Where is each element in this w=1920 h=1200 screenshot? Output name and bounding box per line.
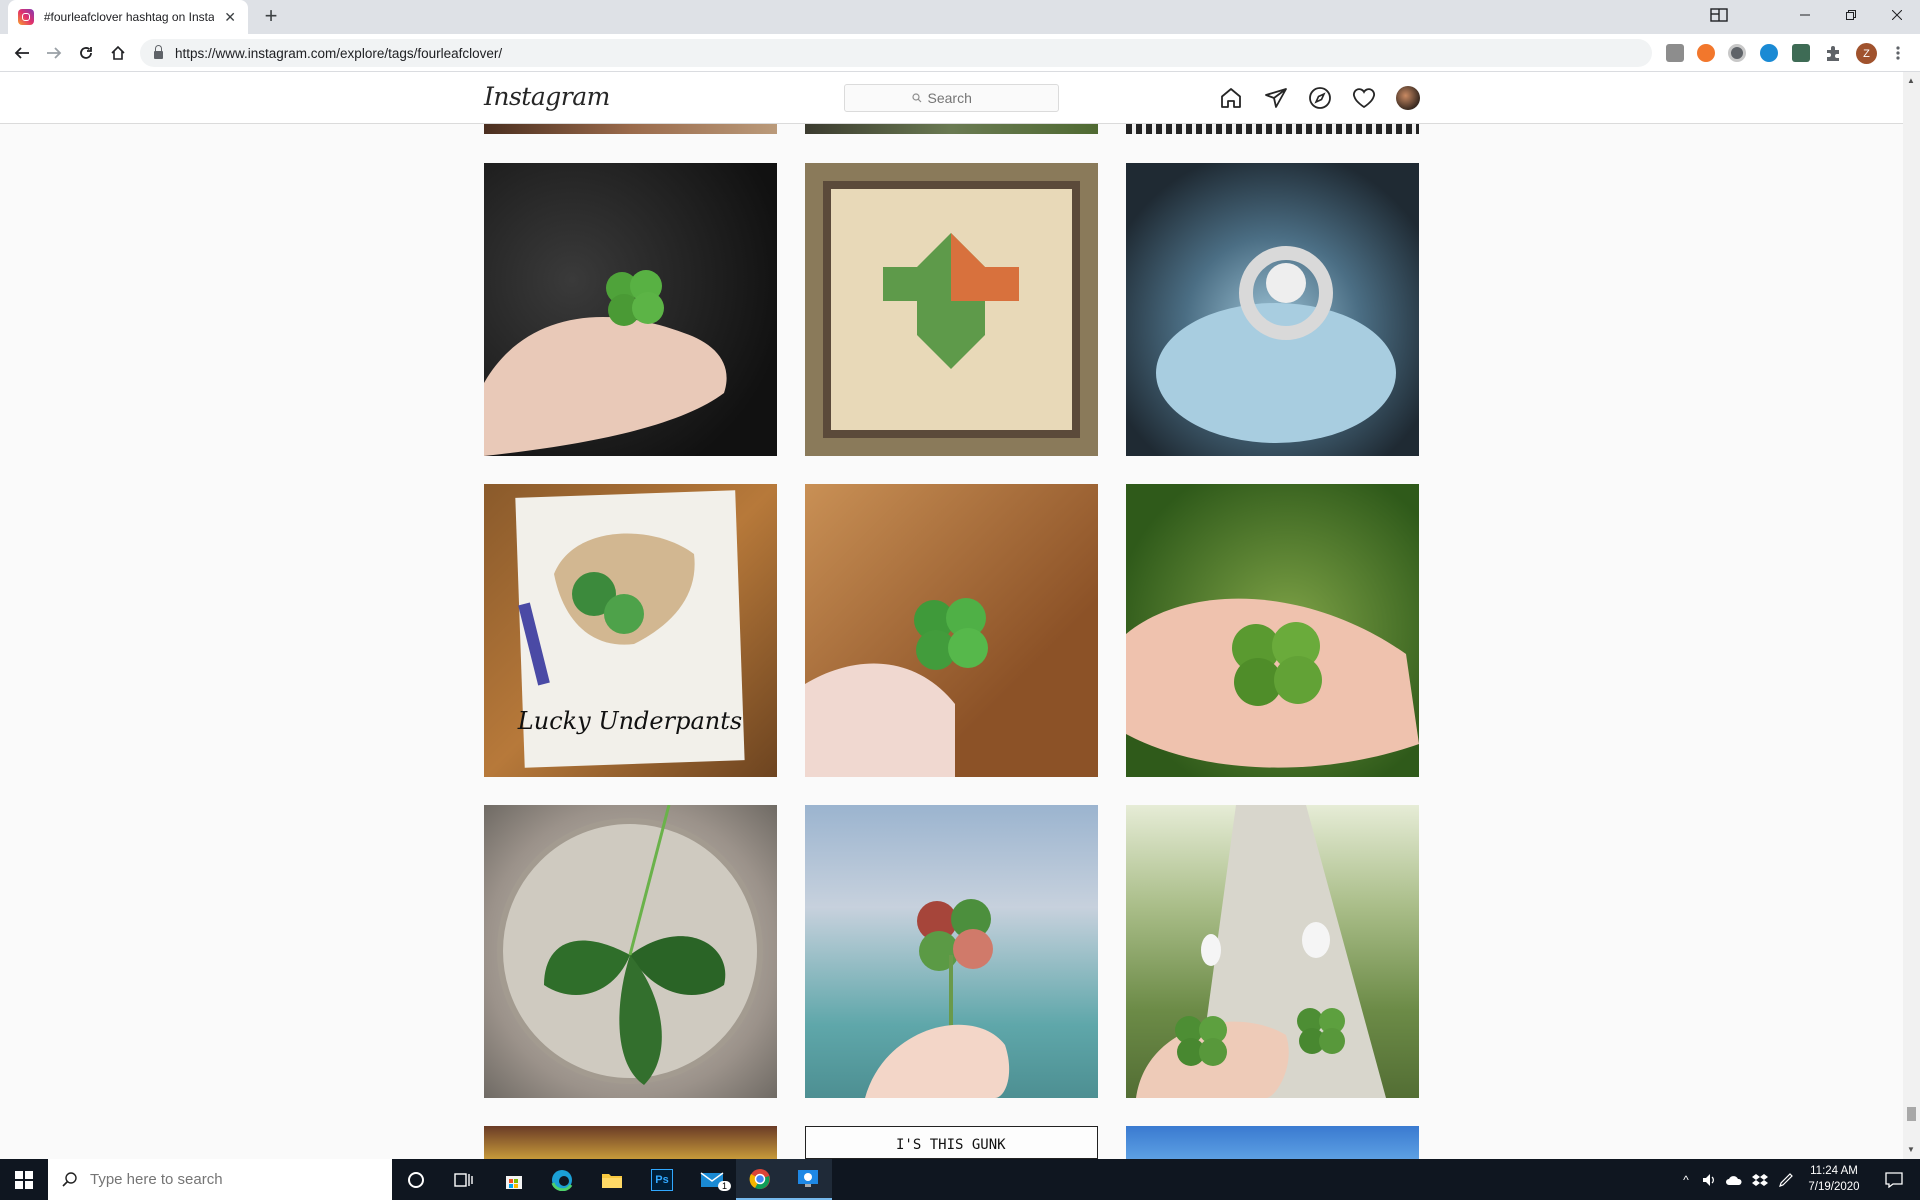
tab-title: #fourleafclover hashtag on Instagram <box>43 10 215 24</box>
lock-icon <box>154 44 163 59</box>
mail-icon[interactable]: 1 <box>688 1159 736 1200</box>
tab-close-icon[interactable]: ✕ <box>222 9 238 26</box>
post-thumbnail[interactable] <box>805 484 1098 777</box>
scroll-thumb[interactable] <box>1907 1107 1916 1121</box>
comic-text: I'S THIS GUNK <box>896 1137 1006 1153</box>
record-extension-icon[interactable] <box>1728 44 1746 62</box>
google-translate-extension-icon[interactable] <box>1666 44 1684 62</box>
post-thumbnail-partial[interactable] <box>1126 124 1419 134</box>
microsoft-store-icon[interactable] <box>490 1159 538 1200</box>
search-icon <box>911 93 921 103</box>
search-icon <box>62 1171 77 1187</box>
clover-in-hand-photo <box>484 270 727 456</box>
search-input[interactable] <box>927 90 992 106</box>
browser-tabstrip: #fourleafclover hashtag on Instagram ✕ + <box>0 0 1920 34</box>
volume-icon[interactable] <box>1698 1159 1722 1200</box>
tab-search-icon[interactable] <box>1696 0 1742 30</box>
instagram-logo[interactable]: Instagram <box>484 82 610 111</box>
post-thumbnail-partial[interactable] <box>805 124 1098 134</box>
post-thumbnail-partial[interactable] <box>484 124 777 134</box>
onedrive-cloud-icon[interactable] <box>1722 1159 1746 1200</box>
cortana-icon[interactable] <box>392 1159 440 1200</box>
browser-toolbar: https://www.instagram.com/explore/tags/f… <box>0 34 1920 72</box>
post-thumbnail[interactable] <box>805 163 1098 456</box>
post-thumbnail[interactable] <box>1126 484 1419 777</box>
ring-photo <box>1156 246 1396 443</box>
instagram-search-box[interactable] <box>844 84 1059 112</box>
pen-workspace-icon[interactable] <box>1774 1159 1798 1200</box>
page-scrollbar[interactable]: ▲ ▼ <box>1903 72 1920 1159</box>
task-view-icon[interactable] <box>440 1159 488 1200</box>
chrome-taskbar-icon[interactable] <box>736 1159 784 1200</box>
clover-on-table-photo <box>805 598 988 777</box>
clover-on-palm-photo <box>1126 598 1419 768</box>
minimize-icon[interactable] <box>1782 0 1828 30</box>
blue-extension-icon[interactable] <box>1760 44 1778 62</box>
direct-message-icon[interactable] <box>1264 86 1288 110</box>
close-window-icon[interactable] <box>1874 0 1920 30</box>
post-thumbnail[interactable] <box>484 163 777 456</box>
wood-quilt-clover-art-photo <box>805 163 1098 456</box>
show-hidden-icons-chevron-icon[interactable]: ^ <box>1676 1159 1696 1200</box>
orange-extension-icon[interactable] <box>1697 44 1715 62</box>
clock-time: 11:24 AM <box>1810 1165 1858 1177</box>
taskbar-search-input[interactable] <box>90 1171 370 1188</box>
forward-arrow-icon[interactable] <box>42 41 66 65</box>
post-thumbnail-partial[interactable] <box>1126 1126 1419 1159</box>
post-thumbnail[interactable] <box>1126 805 1419 1098</box>
clover-in-glass-photo <box>497 805 763 1085</box>
clock-date: 7/19/2020 <box>1808 1181 1860 1193</box>
post-thumbnail[interactable] <box>484 805 777 1098</box>
profile-avatar[interactable]: Z <box>1856 43 1877 64</box>
extensions-puzzle-icon[interactable] <box>1824 44 1842 62</box>
new-tab-button[interactable]: + <box>258 4 284 30</box>
scroll-up-arrow-icon[interactable]: ▲ <box>1907 76 1915 85</box>
scroll-down-arrow-icon[interactable]: ▼ <box>1907 1145 1915 1154</box>
post-thumbnail-partial[interactable] <box>484 1126 777 1159</box>
windows-start-icon[interactable] <box>0 1159 48 1200</box>
reload-icon[interactable] <box>74 41 98 65</box>
url-text: https://www.instagram.com/explore/tags/f… <box>175 45 503 61</box>
edge-browser-icon[interactable] <box>538 1159 586 1200</box>
mail-badge: 1 <box>718 1181 732 1191</box>
green-extension-icon[interactable] <box>1792 44 1810 62</box>
restore-icon[interactable] <box>1828 0 1874 30</box>
back-arrow-icon[interactable] <box>10 41 34 65</box>
system-clock[interactable]: 11:24 AM 7/19/2020 <box>1800 1163 1868 1195</box>
windows-taskbar: Ps 1 ^ 11:24 AM 7/19/2020 <box>0 1159 1920 1200</box>
post-thumbnail[interactable]: Lucky Underpants <box>484 484 777 777</box>
instagram-favicon-icon <box>18 9 34 25</box>
activity-heart-icon[interactable] <box>1352 86 1376 110</box>
taskbar-search-box[interactable] <box>48 1159 392 1200</box>
clovers-on-path-with-dogs-photo <box>1136 805 1386 1098</box>
instagram-header: Instagram <box>0 72 1903 124</box>
clover-by-fence-photo <box>865 899 1010 1098</box>
address-bar[interactable]: https://www.instagram.com/explore/tags/f… <box>140 39 1652 67</box>
browser-tab[interactable]: #fourleafclover hashtag on Instagram ✕ <box>8 0 248 34</box>
chrome-menu-icon[interactable] <box>1886 41 1910 65</box>
drawing-caption-text: Lucky Underpants <box>517 707 742 735</box>
home-icon[interactable] <box>106 41 130 65</box>
post-thumbnail[interactable] <box>805 805 1098 1098</box>
post-thumbnail-partial[interactable]: I'S THIS GUNK <box>805 1126 1098 1159</box>
dropbox-icon[interactable] <box>1748 1159 1772 1200</box>
profile-avatar-icon[interactable] <box>1396 86 1420 110</box>
lucky-underpants-drawing: Lucky Underpants <box>515 490 745 768</box>
photoshop-icon[interactable]: Ps <box>638 1159 686 1200</box>
post-thumbnail[interactable] <box>1126 163 1419 456</box>
file-explorer-icon[interactable] <box>588 1159 636 1200</box>
explore-compass-icon[interactable] <box>1308 86 1332 110</box>
notification-center-icon[interactable] <box>1874 1159 1914 1200</box>
home-icon[interactable] <box>1219 86 1243 110</box>
remote-desktop-icon[interactable] <box>784 1159 832 1200</box>
